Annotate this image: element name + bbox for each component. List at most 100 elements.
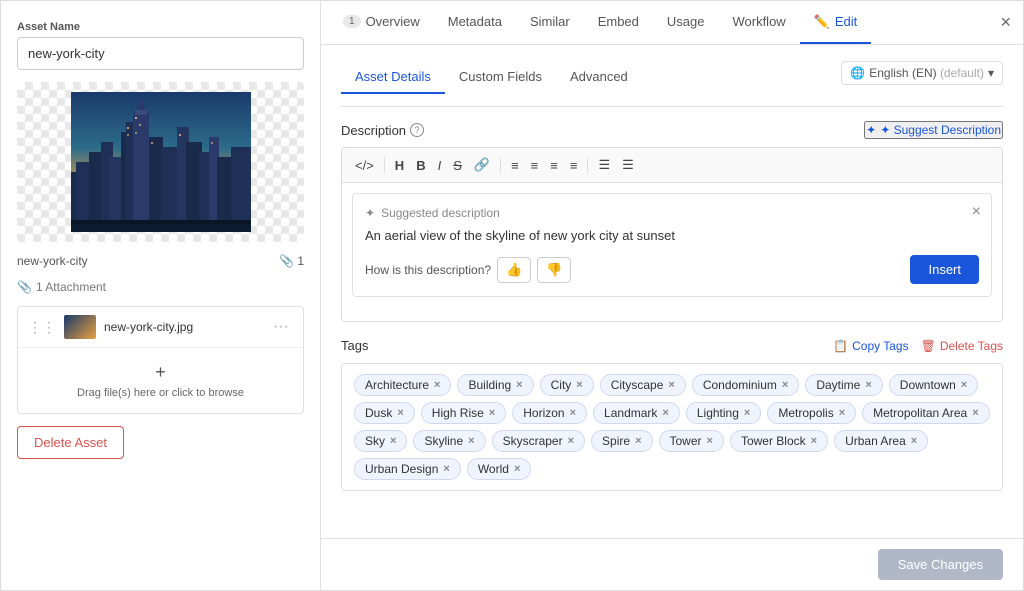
tag-label: Spire [602,434,630,448]
tag-label: Daytime [816,378,860,392]
tab-count-badge: 1 [343,15,361,28]
attachment-menu-button[interactable]: ··· [269,318,293,336]
tab-embed[interactable]: Embed [584,2,653,44]
tag-label: World [478,462,509,476]
tags-header: Tags 📋 Copy Tags 🗑 Delete Tags [341,338,1003,353]
delete-asset-button[interactable]: Delete Asset [17,426,124,459]
tag-item: Urban Design × [354,458,461,480]
toolbar-bold-button[interactable]: B [411,155,430,176]
tag-item: Tower Block × [730,430,828,452]
toolbar-code-button[interactable]: </> [350,155,379,176]
tag-label: Dusk [365,406,392,420]
thumbs-up-button[interactable]: 👍 [497,257,531,283]
tag-remove-button[interactable]: × [468,435,474,447]
drag-handle-icon[interactable]: ⋮⋮ [28,319,56,336]
tag-remove-button[interactable]: × [782,379,788,391]
tab-similar[interactable]: Similar [516,2,584,44]
tag-label: City [551,378,572,392]
tag-item: Dusk × [354,402,415,424]
sub-tab-asset-details[interactable]: Asset Details [341,61,445,94]
tag-label: Cityscape [611,378,664,392]
toolbar-link-button[interactable]: 🔗 [469,154,495,176]
tag-remove-button[interactable]: × [707,435,713,447]
tag-remove-button[interactable]: × [744,407,750,419]
delete-tags-button[interactable]: 🗑 Delete Tags [921,339,1003,353]
tags-label: Tags [341,338,368,353]
drop-zone[interactable]: + Drag file(s) here or click to browse [18,348,303,413]
tag-item: Architecture× [354,374,451,396]
toolbar-align-center-button[interactable]: ≡ [526,155,544,176]
tag-remove-button[interactable]: × [514,463,520,475]
suggestion-close-button[interactable]: × [972,204,981,220]
tag-remove-button[interactable]: × [961,379,967,391]
tag-item: Sky × [354,430,407,452]
toolbar-strikethrough-button[interactable]: S [448,155,467,176]
tab-overview[interactable]: 1 Overview [329,2,434,44]
toolbar-italic-button[interactable]: I [433,155,447,176]
tab-usage[interactable]: Usage [653,2,719,44]
tag-remove-button[interactable]: × [568,435,574,447]
suggest-description-button[interactable]: ✦ ✦ Suggest Description [864,121,1003,139]
toolbar-h1-button[interactable]: H [390,155,409,176]
tag-remove-button[interactable]: × [576,379,582,391]
tag-label: Tower Block [741,434,806,448]
thumbs-down-button[interactable]: 👎 [537,257,571,283]
toolbar-align-right-button[interactable]: ≡ [545,155,563,176]
toolbar-ordered-list-button[interactable]: ☰ [617,154,639,176]
language-label: English (EN) (default) [869,66,984,80]
description-label: Description ? [341,123,424,138]
tag-remove-button[interactable]: × [865,379,871,391]
tag-label: Skyline [424,434,463,448]
attachment-item: ⋮⋮ new-york-city.jpg ··· [18,307,303,348]
tag-remove-button[interactable]: × [390,435,396,447]
sub-tab-advanced[interactable]: Advanced [556,61,642,94]
tag-remove-button[interactable]: × [839,407,845,419]
tag-remove-button[interactable]: × [668,379,674,391]
tag-remove-button[interactable]: × [972,407,978,419]
sub-tab-custom-fields[interactable]: Custom Fields [445,61,556,94]
tag-item: Skyline × [413,430,485,452]
copy-tags-button[interactable]: 📋 Copy Tags [833,339,908,353]
tag-remove-button[interactable]: × [662,407,668,419]
tag-remove-button[interactable]: × [489,407,495,419]
tag-item: City × [540,374,594,396]
toolbar-justify-button[interactable]: ≡ [565,155,583,176]
tag-remove-button[interactable]: × [811,435,817,447]
toolbar-divider-1 [384,157,385,173]
asset-name-input[interactable] [17,37,304,70]
tag-item: Tower× [659,430,724,452]
tag-label: Metropolis [778,406,833,420]
close-button[interactable]: × [988,4,1023,41]
tag-label: Skyscraper [503,434,563,448]
tag-remove-button[interactable]: × [443,463,449,475]
editor-body[interactable]: ✦ Suggested description × An aerial view… [341,182,1003,322]
tag-remove-button[interactable]: × [397,407,403,419]
tag-item: High Rise× [421,402,506,424]
tab-edit[interactable]: ✏️ Edit [800,2,872,44]
tab-workflow[interactable]: Workflow [718,2,799,44]
tag-remove-button[interactable]: × [570,407,576,419]
tag-label: Urban Area [845,434,906,448]
bottom-bar: Save Changes [321,538,1023,590]
toolbar-divider-3 [587,157,588,173]
suggestion-sparkle-icon: ✦ [365,206,375,220]
tag-remove-button[interactable]: × [434,379,440,391]
tag-item: Metropolitan Area× [862,402,990,424]
help-icon[interactable]: ? [410,123,424,137]
tag-label: Sky [365,434,385,448]
tag-item: Landmark× [593,402,680,424]
tag-remove-button[interactable]: × [635,435,641,447]
language-selector[interactable]: 🌐 English (EN) (default) ▾ [841,61,1003,85]
tag-remove-button[interactable]: × [911,435,917,447]
tag-label: Urban Design [365,462,438,476]
toolbar-bullet-list-button[interactable]: ☰ [593,154,615,176]
tab-metadata[interactable]: Metadata [434,2,516,44]
drop-zone-label: Drag file(s) here or click to browse [77,387,244,399]
tag-remove-button[interactable]: × [516,379,522,391]
toolbar-align-left-button[interactable]: ≡ [506,155,524,176]
attachment-filename: new-york-city.jpg [104,320,261,334]
insert-button[interactable]: Insert [910,255,979,284]
attachment-thumbnail [64,315,96,339]
tags-section: Tags 📋 Copy Tags 🗑 Delete Tags Architect… [341,338,1003,491]
save-changes-button[interactable]: Save Changes [878,549,1003,580]
